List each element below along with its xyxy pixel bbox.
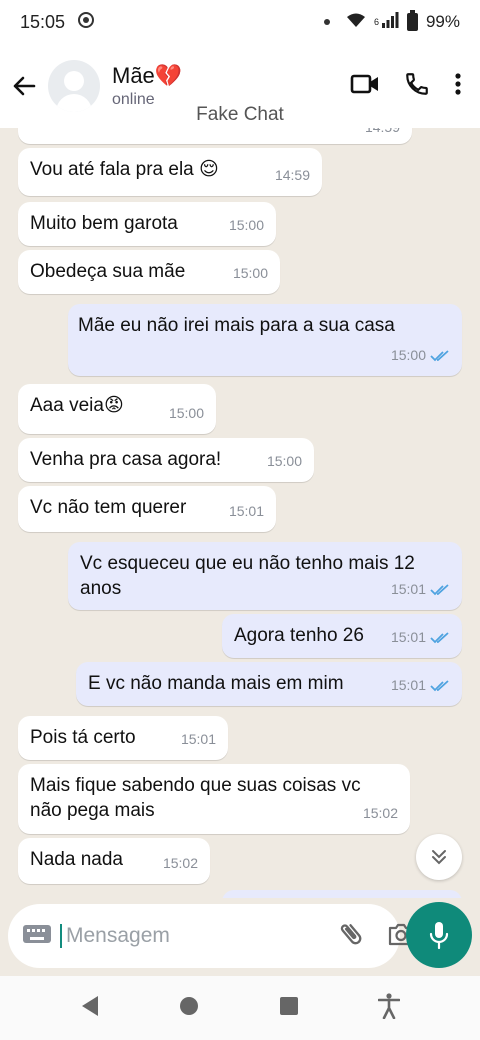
focus-mode-icon	[77, 11, 95, 34]
message-input[interactable]	[60, 924, 337, 948]
message-time: 14:59	[274, 167, 310, 183]
nav-back-button[interactable]	[80, 995, 100, 1022]
message-time: 15:01	[180, 731, 216, 747]
more-vertical-icon	[455, 72, 461, 95]
status-bar: 15:05 6 99%	[0, 0, 480, 44]
message-bubble-incoming: Pois tá certo 15:01	[18, 716, 228, 760]
message-bubble-incoming: Obedeça sua mãe 15:00	[18, 250, 280, 294]
message-time: 15:01	[390, 629, 426, 645]
message-text: Vou até fala pra ela 😌	[30, 159, 219, 180]
message-bubble-outgoing: Mãe eu não irei mais para a sua casa 15:…	[68, 304, 462, 376]
message-bubble-incoming: Venha pra casa agora! 15:00	[18, 438, 314, 482]
circle-home-icon	[180, 996, 199, 1015]
contact-info[interactable]: Mãe💔 online	[112, 63, 182, 109]
wifi-icon	[346, 12, 366, 33]
microphone-icon	[429, 922, 449, 950]
battery-percent: 99%	[425, 12, 460, 31]
battery-icon	[406, 10, 418, 31]
message-text: Mãe eu não irei mais para a sua casa	[78, 315, 395, 336]
watermark-label: Fake Chat	[196, 104, 284, 125]
message-text: Pois tá certo	[30, 727, 136, 748]
message-bubble-incoming: Vc não tem querer 15:01	[18, 486, 276, 532]
video-call-button[interactable]	[350, 73, 380, 100]
message-time: 15:00	[228, 217, 264, 233]
voice-call-button[interactable]	[404, 71, 430, 102]
cell-signal-icon	[381, 11, 399, 33]
message-bubble-outgoing: Agora tenho 26 15:01	[222, 614, 462, 658]
message-bubble-incoming: Mais fique sabendo que suas coisas vc nã…	[18, 764, 410, 834]
double-check-icon	[430, 583, 450, 596]
message-list[interactable]: 14:59 Vou até fala pra ela 😌 14:59 Muito…	[0, 128, 480, 898]
mic-button[interactable]	[406, 902, 472, 968]
message-bubble-incoming: Muito bem garota 15:00	[18, 202, 276, 246]
message-text: Mais fique sabendo que suas coisas vc nã…	[30, 775, 361, 821]
phone-icon	[406, 72, 428, 95]
message-time: 15:00	[232, 265, 268, 281]
message-text: Venha pra casa agora!	[30, 449, 222, 470]
message-time: 15:00	[168, 405, 204, 421]
square-recents-icon	[279, 996, 298, 1015]
message-text: Obedeça sua mãe	[30, 261, 186, 282]
accessibility-icon	[377, 992, 401, 1019]
nav-home-button[interactable]	[179, 996, 199, 1021]
message-bubble-incoming: Vou até fala pra ela 😌 14:59	[18, 148, 322, 196]
message-time: 15:01	[390, 581, 426, 597]
back-button[interactable]	[0, 62, 48, 110]
message-time: 15:00	[390, 347, 426, 363]
attach-button[interactable]	[337, 920, 365, 953]
composer	[8, 904, 414, 968]
message-time: 15:00	[266, 453, 302, 469]
double-check-icon	[430, 631, 450, 644]
message-bubble-outgoing: E vc não manda mais em mim 15:01	[76, 662, 462, 706]
status-time: 15:05	[20, 11, 66, 32]
keyboard-icon	[23, 924, 51, 943]
message-text: Nada nada	[30, 849, 123, 870]
contact-name: Mãe💔	[112, 63, 183, 88]
signal-label: 6	[373, 17, 379, 27]
message-text: Agora tenho 26	[234, 625, 364, 646]
message-bubble-incoming: Nada nada 15:02	[18, 838, 210, 884]
triangle-back-icon	[81, 995, 98, 1016]
message-time: 14:59	[365, 128, 400, 140]
message-bubble-incoming: 14:59	[18, 128, 412, 144]
message-time: 15:02	[362, 805, 398, 821]
menu-button[interactable]	[454, 72, 462, 101]
double-chevron-down-icon	[432, 850, 446, 865]
message-text: Muito bem garota	[30, 213, 178, 234]
message-time: 15:01	[390, 677, 426, 693]
message-bubble-incoming: Aaa veia😡 15:00	[18, 384, 216, 434]
accessibility-button[interactable]	[377, 992, 401, 1024]
message-time: 15:01	[228, 503, 264, 519]
paperclip-icon	[340, 923, 362, 944]
video-camera-icon	[350, 74, 378, 93]
message-time: 15:02	[162, 855, 198, 871]
message-text: E vc não manda mais em mim	[88, 673, 344, 694]
double-check-icon	[430, 679, 450, 692]
double-check-icon	[430, 349, 450, 362]
message-text: Vc não tem querer	[30, 497, 187, 518]
message-text: Vc esqueceu que eu não tenho mais 12 ano…	[80, 553, 415, 599]
system-nav-bar	[0, 976, 480, 1040]
arrow-left-icon	[13, 76, 36, 96]
notification-dot-icon	[323, 19, 330, 25]
scroll-to-bottom-button[interactable]	[416, 834, 462, 880]
nav-recents-button[interactable]	[279, 996, 299, 1021]
message-text: Aaa veia😡	[30, 395, 124, 416]
message-bubble-outgoing	[222, 890, 462, 898]
keyboard-button[interactable]	[22, 923, 52, 950]
message-bubble-outgoing: Vc esqueceu que eu não tenho mais 12 ano…	[68, 542, 462, 610]
